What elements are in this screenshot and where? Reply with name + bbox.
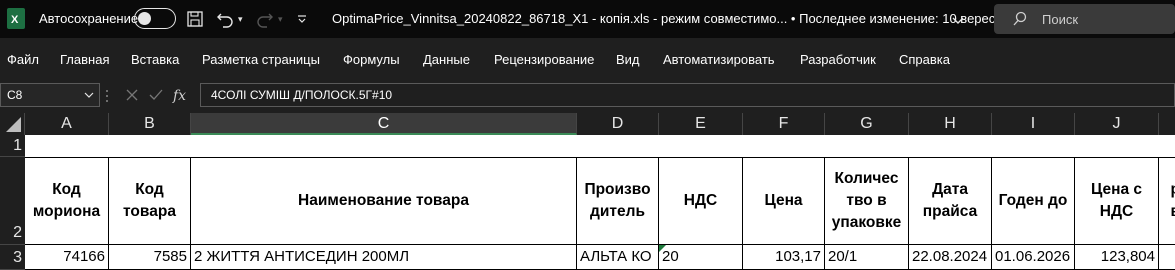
excel-logo-icon: X [7,8,25,29]
header-cell-product-name[interactable]: Наименование товара [191,157,577,245]
search-placeholder: Поиск [1042,12,1079,27]
header-cell-moriona-code[interactable]: Код мориона [25,157,109,245]
column-header-f[interactable]: F [743,113,825,135]
redo-icon [256,9,274,29]
column-header-h[interactable]: H [909,113,992,135]
cell-d3[interactable]: АЛЬТА КО [577,245,659,270]
save-icon[interactable] [186,9,204,29]
redo-dropdown-icon: ▾ [278,13,283,24]
header-cell-expiry-date[interactable]: Годен до [992,157,1075,245]
column-header-k[interactable] [1159,113,1175,135]
tab-home[interactable]: Главная [60,52,109,67]
tab-page-layout[interactable]: Разметка страницы [202,52,320,67]
undo-icon[interactable] [216,9,234,29]
error-indicator-icon [659,245,666,252]
cell-f3[interactable]: 103,17 [743,245,825,270]
row-header-2[interactable]: 2 [0,157,25,245]
ribbon-tabs: Файл Главная Вставка Разметка страницы Ф… [0,38,1175,80]
header-cell-manufacturer[interactable]: Произво дитель [577,157,659,245]
column-header-c[interactable]: C [191,113,577,135]
cancel-icon[interactable] [122,85,142,105]
tab-data[interactable]: Данные [423,52,470,67]
cell-c3[interactable]: 2 ЖИТТЯ АНТИСЕДИН 200МЛ [191,245,577,270]
column-header-d[interactable]: D [577,113,659,135]
formula-value: 4СОЛІ СУМІШ Д/ПОЛОСК.5Г#10 [211,88,393,102]
header-cell-product-code[interactable]: Код товара [109,157,191,245]
svg-text:fx: fx [172,88,186,104]
autosave-label: Автосохранение [39,11,139,26]
cell-a3[interactable]: 74166 [25,245,109,270]
cell-g3[interactable]: 20/1 [825,245,909,270]
tab-help[interactable]: Справка [899,52,950,67]
header-cell-vat[interactable]: НДС [659,157,743,245]
row-header-3[interactable]: 3 [0,245,25,270]
customize-toolbar-icon[interactable] [297,9,307,29]
column-header-j[interactable]: J [1075,113,1159,135]
insert-function-icon[interactable]: fx [170,85,190,105]
column-header-e[interactable]: E [659,113,743,135]
title-bar: X Автосохранение ▾ ▾ OptimaPrice_Vinnits… [0,0,1175,38]
cell-e3[interactable]: 20 [659,245,743,270]
column-header-g[interactable]: G [825,113,909,135]
cell-k3[interactable] [1159,245,1175,270]
tab-developer[interactable]: Разработчик [800,52,876,67]
name-box-value: C8 [7,88,23,102]
tab-insert[interactable]: Вставка [131,52,179,67]
column-header-i[interactable]: I [992,113,1075,135]
search-icon [1013,11,1027,26]
search-box[interactable]: Поиск [994,4,1175,34]
row-header-1[interactable]: 1 [0,135,25,157]
tab-automate[interactable]: Автоматизировать [663,52,775,67]
header-cell-partial[interactable]: ре ва [1159,157,1175,245]
cell-h3[interactable]: 22.08.2024 [909,245,992,270]
undo-dropdown-icon[interactable]: ▾ [238,9,243,29]
document-title[interactable]: OptimaPrice_Vinnitsa_20240822_86718_X1 -… [332,11,1009,26]
cell-b3[interactable]: 7585 [109,245,191,270]
select-all-corner[interactable] [0,113,25,135]
tab-file[interactable]: Файл [7,52,39,67]
tab-review[interactable]: Рецензирование [494,52,594,67]
cell-i3[interactable]: 01.06.2026 [992,245,1075,270]
spreadsheet-grid[interactable]: A B C D E F G H I J 1 2 3 Код мориона Ко… [0,113,1175,270]
tab-formulas[interactable]: Формулы [343,52,400,67]
autosave-toggle[interactable] [134,8,176,29]
chevron-down-icon[interactable] [952,10,964,30]
header-cell-price[interactable]: Цена [743,157,825,245]
header-cell-pack-quantity[interactable]: Количес тво в упаковке [825,157,909,245]
column-header-a[interactable]: A [25,113,109,135]
formula-buttons: fx [118,83,196,107]
name-box[interactable]: C8 [0,83,100,107]
header-cell-price-date[interactable]: Дата прайса [909,157,992,245]
tab-view[interactable]: Вид [616,52,640,67]
svg-text:X: X [11,14,19,26]
cell-j3[interactable]: 123,804 [1075,245,1159,270]
formula-bar-grip-icon[interactable] [105,89,109,103]
enter-check-icon[interactable] [146,85,166,105]
chevron-down-icon[interactable] [84,88,94,102]
column-header-b[interactable]: B [109,113,191,135]
header-cell-price-with-vat[interactable]: Цена с НДС [1075,157,1159,245]
formula-input[interactable]: 4СОЛІ СУМІШ Д/ПОЛОСК.5Г#10 [200,83,1175,107]
formula-bar: C8 fx 4СОЛІ СУМІШ Д/ПОЛОСК.5Г#10 [0,80,1175,111]
